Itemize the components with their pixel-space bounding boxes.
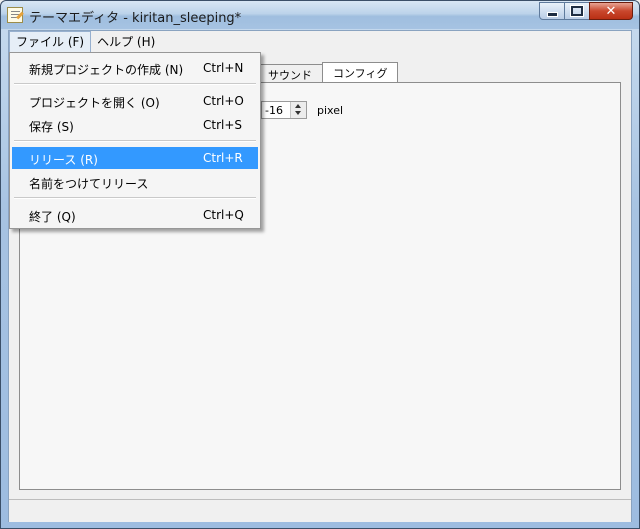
- menu-item-release-as[interactable]: 名前をつけてリリース: [12, 171, 258, 193]
- title-bar[interactable]: テーマエディタ - kiritan_sleeping* ✕: [1, 1, 639, 29]
- menu-bar: ファイル (F) ヘルプ (H): [9, 31, 631, 53]
- minimize-button[interactable]: [539, 2, 565, 20]
- menu-item-shortcut: Ctrl+N: [203, 61, 244, 75]
- menu-item-label: 終了 (Q): [29, 210, 76, 224]
- menu-item-label: 名前をつけてリリース: [29, 177, 149, 191]
- window-title: テーマエディタ - kiritan_sleeping*: [29, 11, 242, 26]
- menu-item-open-project[interactable]: プロジェクトを開く (O) Ctrl+O: [12, 90, 258, 112]
- maximize-icon: [570, 5, 584, 17]
- tab-config[interactable]: コンフィグ: [322, 62, 399, 82]
- app-window: テーマエディタ - kiritan_sleeping* ✕ ファイル (F) ヘ…: [0, 0, 640, 529]
- menu-item-label: 保存 (S): [29, 120, 74, 134]
- status-bar: [9, 499, 631, 522]
- menu-item-release[interactable]: リリース (R) Ctrl+R: [12, 147, 258, 169]
- caption-buttons: ✕: [539, 2, 633, 20]
- unit-label: pixel: [317, 104, 344, 117]
- tab-sound[interactable]: サウンド: [257, 64, 323, 82]
- menu-item-label: 新規プロジェクトの作成 (N): [29, 63, 184, 77]
- menu-separator: [14, 83, 256, 85]
- spin-down-icon[interactable]: [295, 111, 301, 115]
- close-button[interactable]: ✕: [589, 2, 633, 20]
- menu-separator: [14, 197, 256, 199]
- tab-strip: サウンド コンフィグ: [257, 62, 399, 82]
- menu-item-label: リリース (R): [29, 153, 98, 167]
- minimize-icon: [546, 11, 558, 17]
- spin-buttons[interactable]: [290, 102, 306, 118]
- menu-item-label: プロジェクトを開く (O): [29, 96, 160, 110]
- spin-up-icon[interactable]: [295, 104, 301, 108]
- maximize-button[interactable]: [564, 2, 590, 20]
- file-menu-dropdown: 新規プロジェクトの作成 (N) Ctrl+N プロジェクトを開く (O) Ctr…: [9, 52, 261, 229]
- menu-file[interactable]: ファイル (F): [9, 31, 92, 53]
- menu-item-shortcut: Ctrl+Q: [203, 208, 244, 222]
- offset-value[interactable]: -16: [265, 104, 283, 117]
- menu-help[interactable]: ヘルプ (H): [91, 31, 161, 51]
- menu-item-new-project[interactable]: 新規プロジェクトの作成 (N) Ctrl+N: [12, 57, 258, 79]
- menu-item-save[interactable]: 保存 (S) Ctrl+S: [12, 114, 258, 136]
- menu-item-shortcut: Ctrl+S: [203, 118, 243, 132]
- menu-separator: [14, 140, 256, 142]
- close-icon: ✕: [605, 3, 617, 19]
- offset-spinner[interactable]: -16: [261, 101, 307, 119]
- notepad-icon[interactable]: [7, 7, 23, 23]
- menu-item-shortcut: Ctrl+O: [203, 94, 244, 108]
- menu-item-shortcut: Ctrl+R: [203, 151, 243, 165]
- menu-item-quit[interactable]: 終了 (Q) Ctrl+Q: [12, 204, 258, 226]
